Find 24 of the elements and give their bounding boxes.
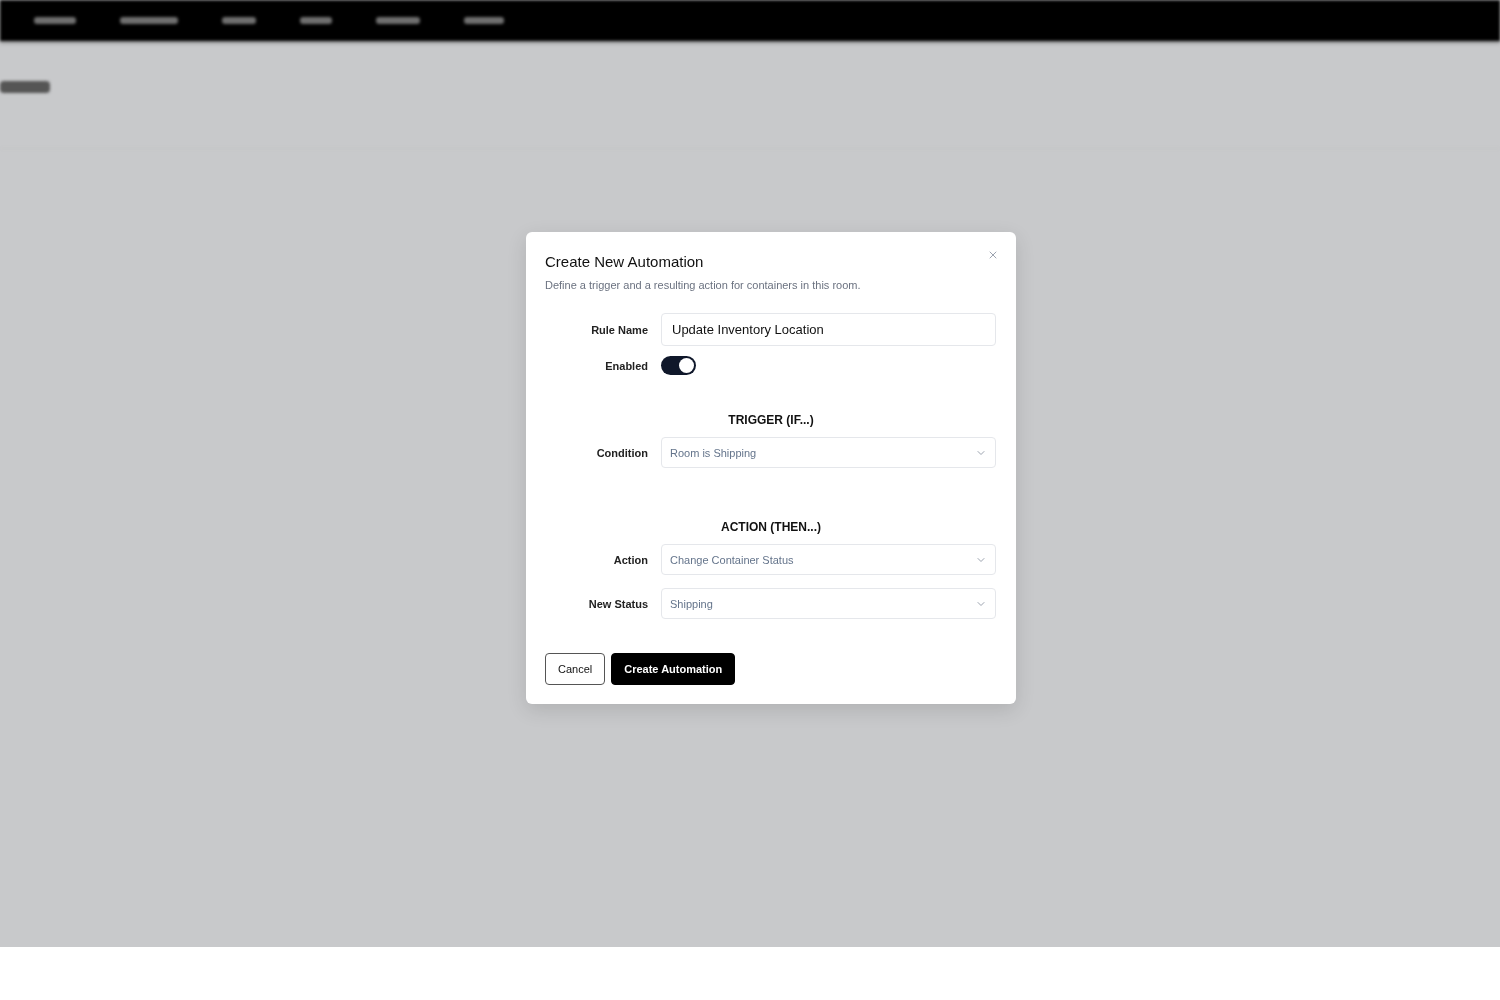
select-field[interactable]: Change Container Status bbox=[661, 544, 996, 575]
section-heading: ACTION (THEN...) bbox=[720, 520, 822, 534]
field-label: New Status bbox=[587, 597, 648, 610]
toggle-switch[interactable] bbox=[661, 356, 696, 375]
text-input[interactable]: Update Inventory Location bbox=[661, 313, 996, 346]
create-button[interactable]: Create Automation bbox=[611, 653, 736, 685]
dialog-description: Define a trigger and a resulting action for containers in this room. bbox=[545, 279, 862, 291]
nav-link-placeholder[interactable] bbox=[34, 17, 76, 24]
field-label: Enabled bbox=[604, 359, 648, 372]
nav-link-placeholder[interactable] bbox=[464, 17, 504, 24]
dialog-title: Create New Automation bbox=[545, 253, 704, 270]
field-label: Condition bbox=[595, 446, 648, 459]
select-field[interactable]: Shipping bbox=[661, 588, 996, 619]
page-title-placeholder bbox=[0, 81, 50, 93]
nav-link-placeholder[interactable] bbox=[300, 17, 332, 24]
section-heading: TRIGGER (IF...) bbox=[727, 413, 815, 427]
select-field[interactable]: Room is Shipping bbox=[661, 437, 996, 468]
field-label: Action bbox=[612, 553, 648, 566]
nav-link-placeholder[interactable] bbox=[222, 17, 256, 24]
close-icon[interactable] bbox=[987, 249, 999, 261]
field-label: Rule Name bbox=[590, 323, 648, 336]
nav-link-placeholder[interactable] bbox=[376, 17, 420, 24]
nav-link-placeholder[interactable] bbox=[120, 17, 178, 24]
cancel-button[interactable]: Cancel bbox=[545, 653, 606, 685]
